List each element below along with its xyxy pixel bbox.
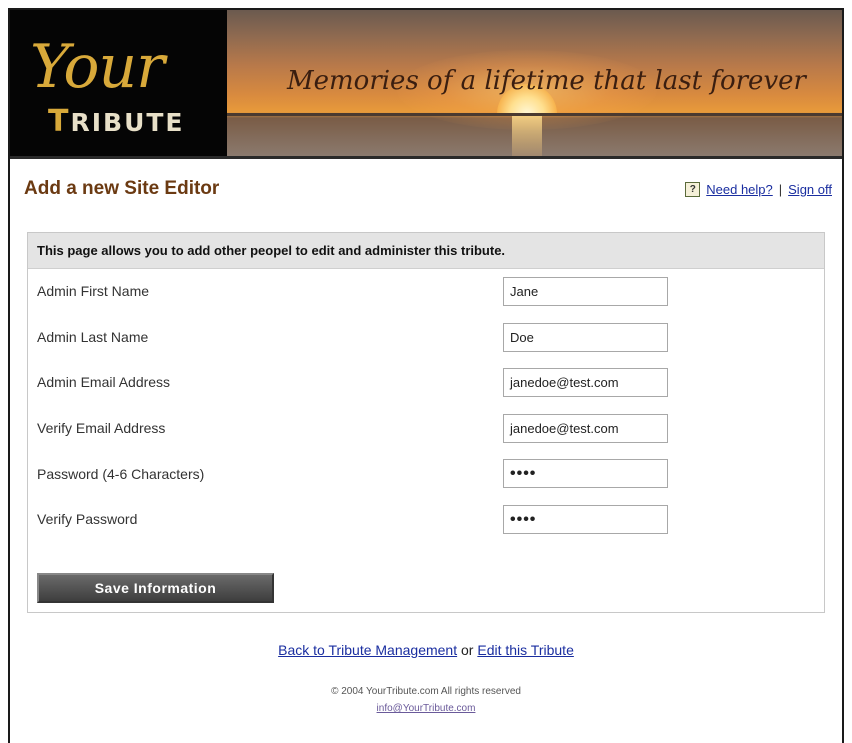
verify-password-label: Verify Password — [37, 511, 138, 527]
footer-links: Back to Tribute Management or Edit this … — [10, 642, 842, 658]
form-intro: This page allows you to add other peopel… — [28, 233, 824, 269]
footer-email-wrap: info@YourTribute.com — [10, 703, 842, 714]
header-banner: Your TRIBUTE Memories of a lifetime that… — [10, 10, 842, 156]
need-help-link[interactable]: Need help? — [706, 182, 773, 197]
link-separator: | — [778, 182, 783, 197]
last-name-label: Admin Last Name — [37, 329, 149, 345]
site-editor-form: This page allows you to add other peopel… — [27, 232, 825, 613]
last-name-input[interactable]: Doe — [503, 323, 668, 352]
page-title: Add a new Site Editor — [24, 178, 220, 199]
verify-password-input[interactable]: •••• — [503, 505, 668, 534]
edit-this-tribute-link[interactable]: Edit this Tribute — [477, 642, 574, 658]
contact-email-link[interactable]: info@YourTribute.com — [377, 703, 476, 714]
sign-off-link[interactable]: Sign off — [788, 182, 832, 197]
site-logo[interactable]: Your TRIBUTE — [10, 10, 227, 156]
top-links: ? Need help? | Sign off — [685, 182, 832, 197]
banner-tagline: Memories of a lifetime that last forever — [287, 66, 806, 96]
verify-email-input[interactable]: janedoe@test.com — [503, 414, 668, 443]
sunset-image: Memories of a lifetime that last forever — [227, 10, 842, 156]
logo-tribute-text: TRIBUTE — [48, 104, 185, 139]
password-input[interactable]: •••• — [503, 459, 668, 488]
first-name-label: Admin First Name — [37, 283, 150, 299]
help-icon[interactable]: ? — [685, 182, 701, 197]
save-information-button[interactable]: Save Information — [37, 573, 274, 603]
verify-email-label: Verify Email Address — [37, 420, 166, 436]
copyright-text: © 2004 YourTribute.com All rights reserv… — [331, 686, 521, 697]
first-name-input[interactable]: Jane — [503, 277, 668, 306]
banner-divider — [10, 156, 842, 159]
email-label: Admin Email Address — [37, 374, 171, 390]
email-input[interactable]: janedoe@test.com — [503, 368, 668, 397]
sun-reflection — [512, 116, 542, 156]
password-label: Password (4-6 Characters) — [37, 466, 205, 482]
logo-your-text: Your — [30, 32, 165, 102]
page-frame: Your TRIBUTE Memories of a lifetime that… — [8, 8, 844, 743]
back-to-tribute-management-link[interactable]: Back to Tribute Management — [278, 642, 457, 658]
footer-or-text: or — [461, 642, 474, 658]
